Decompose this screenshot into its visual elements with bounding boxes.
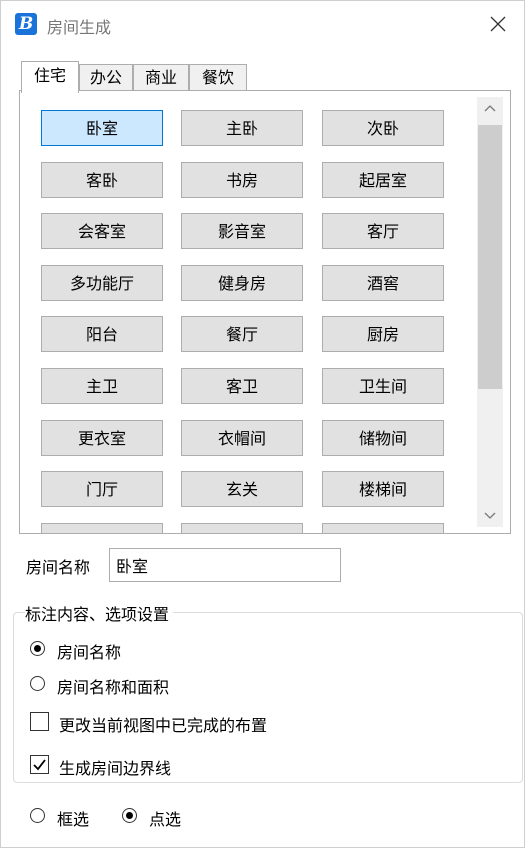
scroll-thumb[interactable]: [478, 125, 502, 389]
tab-dining[interactable]: 餐饮: [189, 64, 247, 91]
radio-box-select[interactable]: 框选: [30, 806, 110, 829]
radio-indicator: [122, 808, 137, 823]
radio-room-name-area-label: 房间名称和面积: [57, 678, 170, 697]
radio-box-select-label: 框选: [57, 810, 90, 829]
room-list-panel: 卧室 主卧 次卧客卧 书房 起居室会客室 影音室 客厅多功能厅 健身房 酒窖阳台 餐厅 厨房主卫 客卫…: [19, 90, 511, 534]
room-button[interactable]: 餐厅: [181, 316, 303, 352]
room-button[interactable]: 更衣室: [41, 420, 163, 456]
checkbox-indicator: [30, 712, 49, 731]
room-button[interactable]: 起居室: [322, 162, 444, 198]
title-bar: B 房间生成: [1, 1, 524, 47]
vertical-scrollbar[interactable]: [477, 97, 503, 527]
room-button[interactable]: 衣帽间: [181, 420, 303, 456]
room-button[interactable]: 客卧: [41, 162, 163, 198]
room-name-label: 房间名称: [26, 558, 91, 577]
room-button[interactable]: 储物间: [322, 420, 444, 456]
room-name-input[interactable]: [109, 548, 341, 582]
room-button[interactable]: 主卫: [41, 368, 163, 404]
room-button-partial[interactable]: [181, 523, 303, 533]
room-button[interactable]: 会客室: [41, 213, 163, 249]
radio-point-select[interactable]: 点选: [122, 806, 202, 829]
tab-residential[interactable]: 住宅: [21, 61, 79, 93]
checkbox-update-layout-label: 更改当前视图中已完成的布置: [59, 716, 268, 735]
room-button[interactable]: 次卧: [322, 110, 444, 146]
room-button[interactable]: 酒窖: [322, 265, 444, 301]
radio-point-select-label: 点选: [149, 810, 182, 829]
scroll-down-button[interactable]: [477, 503, 503, 527]
radio-indicator: [30, 808, 45, 823]
radio-room-name[interactable]: 房间名称: [30, 639, 230, 662]
tab-commercial[interactable]: 商业: [133, 64, 189, 91]
room-generation-dialog: B 房间生成 住宅 办公 商业 餐饮 卧室 主卧 次卧客卧 书房 起居室会客室 影音室 客厅…: [0, 0, 525, 848]
chevron-up-icon: [484, 105, 496, 112]
checkmark-icon: [33, 759, 46, 771]
radio-room-name-area[interactable]: 房间名称和面积: [30, 674, 230, 697]
radio-indicator: [30, 641, 45, 656]
room-button[interactable]: 客厅: [322, 213, 444, 249]
room-button[interactable]: 玄关: [181, 471, 303, 507]
room-button[interactable]: 客卫: [181, 368, 303, 404]
options-group-title: 标注内容、选项设置: [25, 601, 174, 625]
checkbox-boundary-lines-label: 生成房间边界线: [59, 759, 172, 778]
close-icon: [490, 16, 506, 32]
room-button[interactable]: 卫生间: [322, 368, 444, 404]
chevron-down-icon: [484, 512, 496, 519]
room-button[interactable]: 多功能厅: [41, 265, 163, 301]
room-button[interactable]: 卧室: [41, 110, 163, 146]
checkbox-indicator: [30, 755, 49, 774]
window-title: 房间生成: [47, 18, 112, 37]
close-button[interactable]: [481, 9, 515, 39]
tab-office[interactable]: 办公: [79, 64, 133, 91]
room-button[interactable]: 主卧: [181, 110, 303, 146]
room-button[interactable]: 楼梯间: [322, 471, 444, 507]
room-button[interactable]: 门厅: [41, 471, 163, 507]
radio-indicator: [30, 676, 45, 691]
room-button[interactable]: 厨房: [322, 316, 444, 352]
radio-room-name-label: 房间名称: [57, 643, 122, 662]
checkbox-boundary-lines[interactable]: 生成房间边界线: [30, 755, 230, 778]
room-button[interactable]: 健身房: [181, 265, 303, 301]
room-button[interactable]: 书房: [181, 162, 303, 198]
scroll-up-button[interactable]: [477, 97, 503, 121]
room-button-partial[interactable]: [41, 523, 163, 533]
checkbox-update-layout[interactable]: 更改当前视图中已完成的布置: [30, 712, 330, 735]
room-button-partial[interactable]: [322, 523, 444, 533]
room-button[interactable]: 影音室: [181, 213, 303, 249]
app-logo-icon: B: [15, 13, 37, 35]
room-button-grid: 卧室 主卧 次卧客卧 书房 起居室会客室 影音室 客厅多功能厅 健身房 酒窖阳台 餐厅 厨房主卫 客卫…: [20, 91, 480, 533]
room-button[interactable]: 阳台: [41, 316, 163, 352]
